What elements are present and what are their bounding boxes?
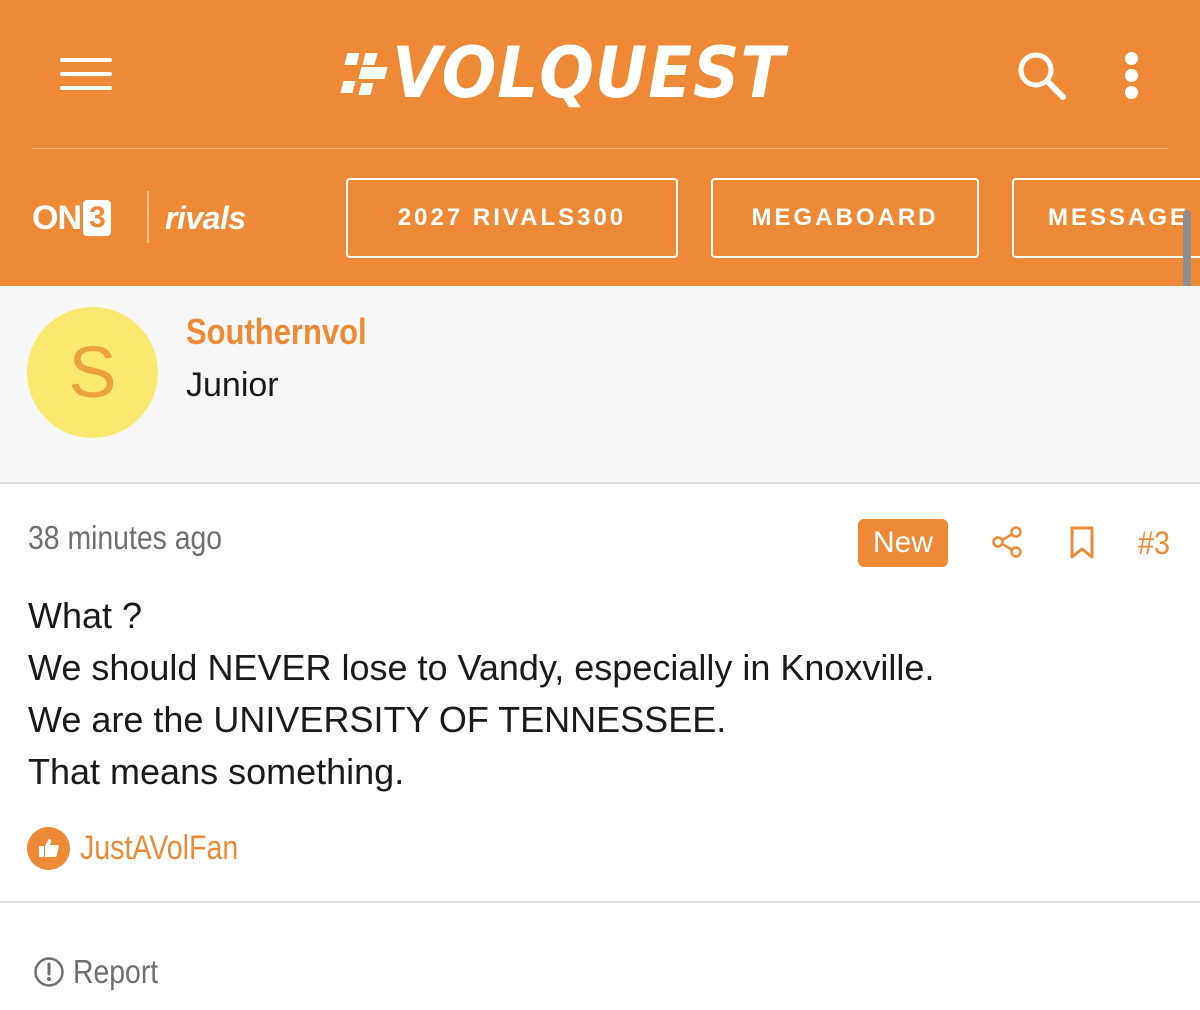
- report-icon: [34, 957, 64, 987]
- post-content: What ? We should NEVER lose to Vandy, es…: [28, 590, 1168, 798]
- post-line: What ?: [28, 595, 143, 636]
- header-divider: [32, 148, 1168, 149]
- post-divider: [0, 901, 1200, 903]
- nav-button-message-boards[interactable]: MESSAGE: [1012, 178, 1200, 258]
- reaction-user-link[interactable]: JustAVolFan: [80, 825, 238, 871]
- user-title: Junior: [186, 366, 279, 404]
- report-label: Report: [73, 953, 159, 990]
- avatar[interactable]: S: [27, 307, 158, 438]
- on3-text: ON: [32, 199, 82, 237]
- nav-button-megaboard[interactable]: MEGABOARD: [711, 178, 979, 258]
- more-vertical-icon[interactable]: [1118, 50, 1146, 100]
- thumbs-up-icon: [27, 826, 70, 870]
- new-badge: New: [858, 519, 948, 567]
- nav-button-rivals300[interactable]: 2027 RIVALS300: [346, 178, 678, 258]
- site-header: VOLQUEST ON 3 rivals 2027 RIVALS300 MEGA…: [0, 0, 1200, 286]
- post-line: We should NEVER lose to Vandy, especiall…: [28, 647, 935, 688]
- username-link[interactable]: Southernvol: [186, 310, 367, 354]
- on3-logo[interactable]: ON 3: [32, 198, 111, 238]
- reaction-summary[interactable]: JustAVolFan: [27, 825, 268, 871]
- volquest-logo[interactable]: VOLQUEST: [340, 30, 819, 116]
- post-timestamp: 38 minutes ago: [28, 519, 223, 556]
- on3-number: 3: [83, 200, 111, 236]
- bookmark-icon[interactable]: [1068, 525, 1096, 561]
- post-line: We are the UNIVERSITY OF TENNESSEE.: [28, 699, 727, 740]
- share-icon[interactable]: [990, 525, 1024, 559]
- logo-text: VOLQUEST: [392, 32, 786, 114]
- search-icon[interactable]: [1016, 50, 1068, 102]
- brand-separator: [147, 191, 149, 243]
- post-number-link[interactable]: #3: [1138, 522, 1170, 564]
- logo-mark-icon: [340, 43, 388, 103]
- report-button[interactable]: Report: [33, 950, 172, 994]
- post-author: S Southernvol Junior: [0, 286, 1200, 484]
- hamburger-menu-icon[interactable]: [60, 56, 114, 92]
- post-line: That means something.: [28, 751, 405, 792]
- rivals-logo[interactable]: rivals: [165, 196, 246, 240]
